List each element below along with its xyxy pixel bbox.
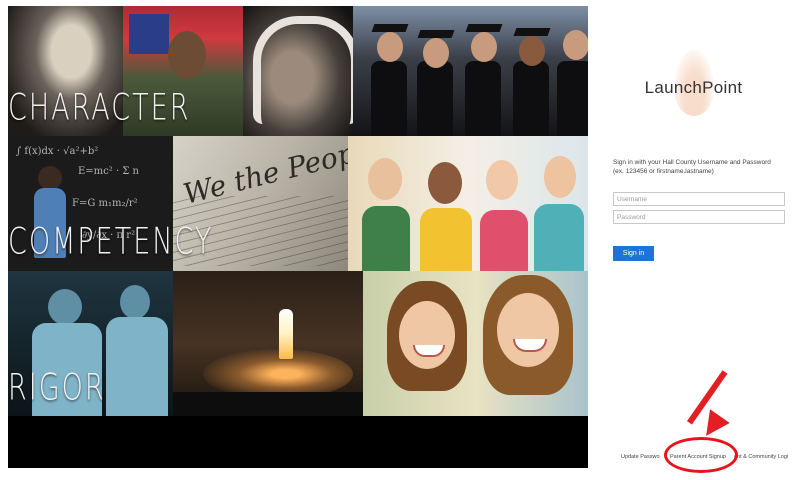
graduate-face [377,32,403,62]
graduate-gown [417,61,453,136]
rocket-flame [279,309,293,359]
general-face [168,31,206,79]
student-head [38,166,62,190]
graduate-gown [371,61,407,136]
signin-button[interactable]: Sign in [613,246,654,261]
community-login-link[interactable]: ent & Community Logi [734,454,788,460]
launch-ground [173,392,363,416]
student-face [486,160,518,200]
chalk-equation: F=G m₁m₂/r² [72,198,138,209]
surgeon-head [48,289,82,325]
surgeon-head [120,285,150,319]
students-tablets-photo [348,136,588,271]
collage-bottom-bar [8,416,588,468]
chalk-equation: E=mc² · Σ n [78,166,139,177]
rocket-launch-photo [173,271,363,416]
signin-instructions: Sign in with your Hall County Username a… [613,158,793,176]
band-competency: COMPETENCY [8,221,214,263]
band-rigor: RIGOR [8,367,106,409]
graduate-face [423,38,449,68]
student-shirt [420,208,472,271]
graduates-photo [353,6,588,136]
student-shirt [480,210,528,271]
smiling-girls-photo [363,271,588,416]
student-shirt [362,206,410,271]
girl-face [399,301,455,369]
graduate-gown [465,61,501,136]
login-panel: LaunchPoint Sign in with your Hall Count… [588,6,799,468]
graduation-cap [465,24,503,32]
student-shirt [534,204,584,271]
graduate-face [519,36,545,66]
girl-face [497,293,559,367]
graduate-face [471,32,497,62]
graduate-gown [557,61,588,136]
username-input[interactable] [613,192,785,206]
graduate-face [563,30,588,60]
hero-collage: ∫ f(x)dx · √a²+b² E=mc² · Σ n F=G m₁m₂/r… [8,6,588,468]
surgeon-gown [106,317,168,416]
flag-stars [129,14,169,54]
student-face [428,162,462,204]
graduate-gown [513,61,549,136]
signin-instructions-line1: Sign in with your Hall County Username a… [613,159,771,166]
graduation-cap [371,24,409,32]
signin-instructions-line2: (ex. 123456 or firstname.lastname) [613,168,714,175]
annotation-highlight-oval [664,437,738,473]
student-face [544,156,576,198]
graduation-cap [417,30,455,38]
chalk-equation: ∫ f(x)dx · √a²+b² [16,146,99,157]
update-password-link[interactable]: Update Passwo [621,454,660,460]
launchpoint-logo: LaunchPoint [644,78,743,97]
graduation-cap [513,28,551,36]
password-input[interactable] [613,210,785,224]
nun-portrait [243,6,353,136]
student-face [368,158,402,200]
band-character: CHARACTER [8,87,191,129]
nun-veil [253,16,353,124]
